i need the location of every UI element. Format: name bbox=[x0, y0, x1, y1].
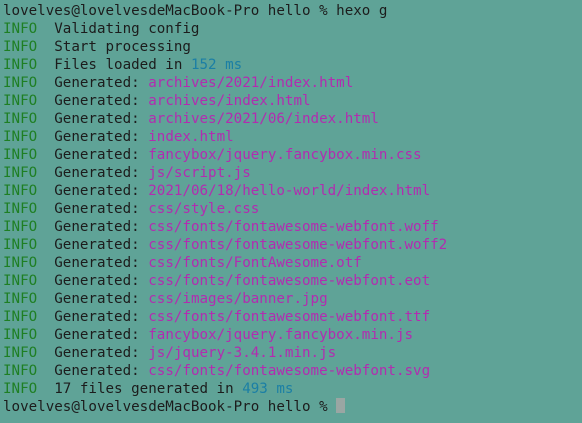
generated-file-path: css/fonts/fontawesome-webfont.svg bbox=[148, 363, 431, 379]
log-message: Generated: bbox=[54, 327, 140, 343]
log-line: INFO Generated: css/fonts/fontawesome-we… bbox=[3, 272, 582, 290]
log-message: Validating config bbox=[54, 21, 200, 37]
log-level: INFO bbox=[3, 75, 38, 91]
text-cursor[interactable] bbox=[336, 398, 346, 413]
log-message: Generated: bbox=[54, 147, 140, 163]
log-line: INFO Generated: css/fonts/FontAwesome.ot… bbox=[3, 254, 582, 272]
log-line: INFO Generated: css/fonts/fontawesome-we… bbox=[3, 308, 582, 326]
generated-file-path: archives/index.html bbox=[148, 93, 311, 109]
prompt-host: lovelves@lovelvesdeMacBook-Pro bbox=[3, 3, 260, 19]
log-level: INFO bbox=[3, 291, 38, 307]
log-message: Generated: bbox=[54, 309, 140, 325]
generated-file-path: fancybox/jquery.fancybox.min.js bbox=[148, 327, 414, 343]
log-message: Generated: bbox=[54, 183, 140, 199]
generated-file-path: css/fonts/FontAwesome.otf bbox=[148, 255, 362, 271]
timing-unit: ms bbox=[225, 57, 243, 73]
log-line: INFO Generated: fancybox/jquery.fancybox… bbox=[3, 146, 582, 164]
log-level: INFO bbox=[3, 21, 38, 37]
generated-file-path: 2021/06/18/hello-world/index.html bbox=[148, 183, 431, 199]
log-level: INFO bbox=[3, 147, 38, 163]
log-line: INFO Generated: css/style.css bbox=[3, 200, 582, 218]
log-message: Generated: bbox=[54, 345, 140, 361]
prompt-dir: hello bbox=[267, 399, 311, 415]
log-message: Generated: bbox=[54, 291, 140, 307]
log-line: INFO 17 files generated in 493 ms bbox=[3, 380, 582, 398]
log-line: INFO Generated: js/script.js bbox=[3, 164, 582, 182]
log-level: INFO bbox=[3, 345, 38, 361]
command-prompt-line: lovelves@lovelvesdeMacBook-Pro hello % h… bbox=[3, 2, 582, 20]
log-level: INFO bbox=[3, 93, 38, 109]
generated-file-path: js/script.js bbox=[148, 165, 251, 181]
log-message: Generated: bbox=[54, 273, 140, 289]
generated-file-path: css/fonts/fontawesome-webfont.woff2 bbox=[148, 237, 448, 253]
prompt-symbol: % bbox=[319, 3, 328, 19]
generated-file-path: css/fonts/fontawesome-webfont.woff bbox=[148, 219, 439, 235]
log-level: INFO bbox=[3, 273, 38, 289]
log-line: INFO Validating config bbox=[3, 20, 582, 38]
generated-file-path: css/style.css bbox=[148, 201, 260, 217]
log-message: Generated: bbox=[54, 363, 140, 379]
log-level: INFO bbox=[3, 327, 38, 343]
generated-file-path: index.html bbox=[148, 129, 234, 145]
log-message: Start processing bbox=[54, 39, 191, 55]
log-line: INFO Generated: 2021/06/18/hello-world/i… bbox=[3, 182, 582, 200]
log-message: Generated: bbox=[54, 129, 140, 145]
generated-file-path: css/fonts/fontawesome-webfont.eot bbox=[148, 273, 431, 289]
log-level: INFO bbox=[3, 219, 38, 235]
log-line: INFO Generated: js/jquery-3.4.1.min.js bbox=[3, 344, 582, 362]
log-line: INFO Start processing bbox=[3, 38, 582, 56]
log-line: INFO Generated: archives/2021/06/index.h… bbox=[3, 110, 582, 128]
log-message: 17 files generated in bbox=[54, 381, 234, 397]
log-line: INFO Generated: css/fonts/fontawesome-we… bbox=[3, 218, 582, 236]
prompt-command: hexo g bbox=[336, 3, 388, 19]
log-level: INFO bbox=[3, 129, 38, 145]
log-line: INFO Generated: index.html bbox=[3, 128, 582, 146]
timing-value: 152 bbox=[190, 57, 217, 73]
log-line: INFO Files loaded in 152 ms bbox=[3, 56, 582, 74]
timing-unit: ms bbox=[276, 381, 294, 397]
log-level: INFO bbox=[3, 111, 38, 127]
log-message: Generated: bbox=[54, 93, 140, 109]
log-line: INFO Generated: fancybox/jquery.fancybox… bbox=[3, 326, 582, 344]
log-line: INFO Generated: archives/index.html bbox=[3, 92, 582, 110]
output-log: INFO Validating config INFO Start process… bbox=[3, 20, 582, 398]
generated-file-path: css/fonts/fontawesome-webfont.ttf bbox=[148, 309, 431, 325]
log-message: Generated: bbox=[54, 219, 140, 235]
log-message: Generated: bbox=[54, 255, 140, 271]
generated-file-path: archives/2021/index.html bbox=[148, 75, 354, 91]
log-level: INFO bbox=[3, 57, 38, 73]
log-level: INFO bbox=[3, 309, 38, 325]
generated-file-path: js/jquery-3.4.1.min.js bbox=[148, 345, 337, 361]
log-message: Generated: bbox=[54, 201, 140, 217]
log-level: INFO bbox=[3, 183, 38, 199]
log-message: Generated: bbox=[54, 111, 140, 127]
log-message: Generated: bbox=[54, 237, 140, 253]
prompt-symbol: % bbox=[319, 399, 328, 415]
log-message: Files loaded in bbox=[54, 57, 183, 73]
prompt-host: lovelves@lovelvesdeMacBook-Pro bbox=[3, 399, 260, 415]
terminal-window[interactable]: lovelves@lovelvesdeMacBook-Pro hello % h… bbox=[0, 0, 582, 423]
log-level: INFO bbox=[3, 237, 38, 253]
log-level: INFO bbox=[3, 39, 38, 55]
log-level: INFO bbox=[3, 381, 38, 397]
log-level: INFO bbox=[3, 201, 38, 217]
log-message: Generated: bbox=[54, 75, 140, 91]
generated-file-path: fancybox/jquery.fancybox.min.css bbox=[148, 147, 422, 163]
log-level: INFO bbox=[3, 363, 38, 379]
final-prompt-line[interactable]: lovelves@lovelvesdeMacBook-Pro hello % bbox=[3, 398, 582, 416]
log-line: INFO Generated: archives/2021/index.html bbox=[3, 74, 582, 92]
generated-file-path: css/images/banner.jpg bbox=[148, 291, 328, 307]
prompt-dir: hello bbox=[267, 3, 311, 19]
log-line: INFO Generated: css/images/banner.jpg bbox=[3, 290, 582, 308]
log-level: INFO bbox=[3, 165, 38, 181]
log-message: Generated: bbox=[54, 165, 140, 181]
log-line: INFO Generated: css/fonts/fontawesome-we… bbox=[3, 236, 582, 254]
log-level: INFO bbox=[3, 255, 38, 271]
generated-file-path: archives/2021/06/index.html bbox=[148, 111, 379, 127]
timing-value: 493 bbox=[242, 381, 268, 397]
log-line: INFO Generated: css/fonts/fontawesome-we… bbox=[3, 362, 582, 380]
